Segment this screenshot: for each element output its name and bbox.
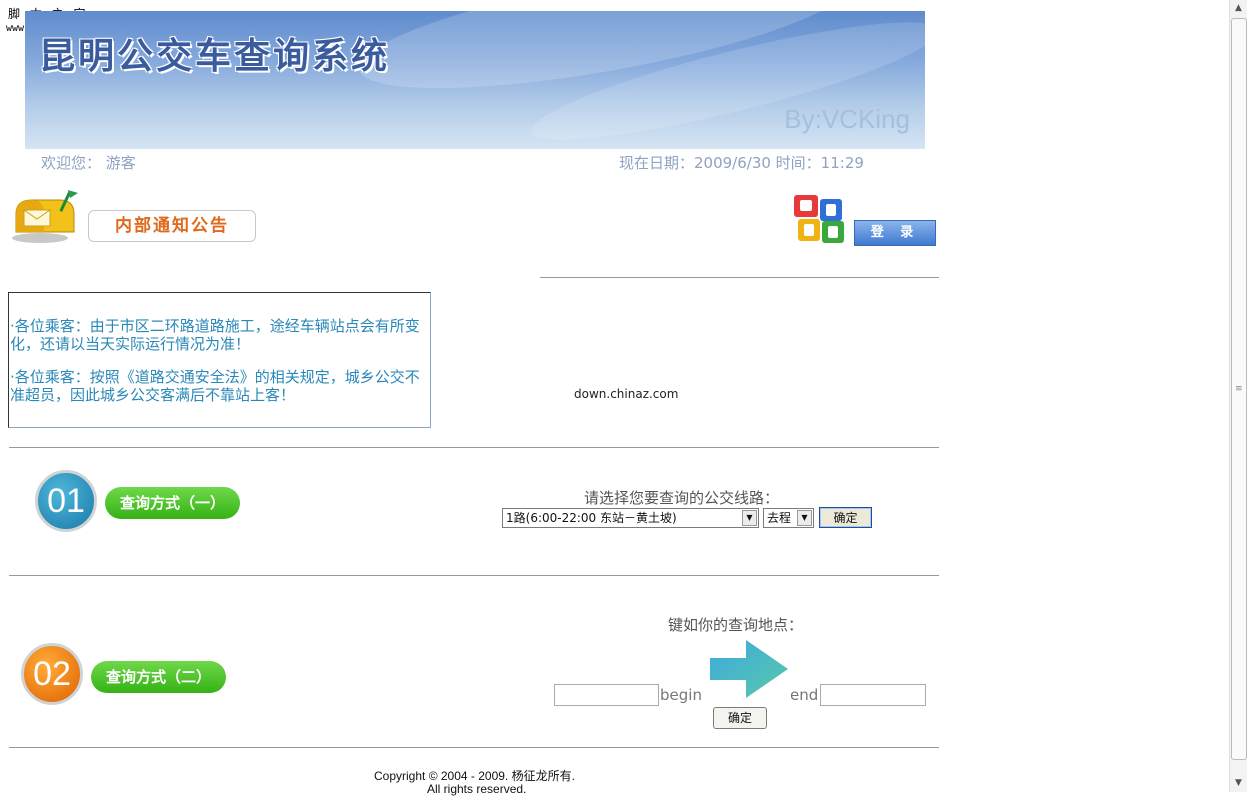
chevron-down-icon[interactable]: ▼ xyxy=(797,510,812,526)
notice-board: ·各位乘客：由于市区二环路道路施工，途经车辆站点会有所变化，还请以当天实际运行情… xyxy=(8,292,431,428)
grip-icon: ≡ xyxy=(1235,384,1243,394)
current-datetime: 现在日期：2009/6/30 时间：11:29 xyxy=(619,154,864,172)
begin-input[interactable] xyxy=(554,684,659,706)
rights-text: All rights reserved. xyxy=(427,782,527,796)
direction-select[interactable]: 去程 ▼ xyxy=(763,508,814,528)
scroll-down-icon[interactable]: ▼ xyxy=(1230,775,1247,792)
office-icon xyxy=(792,193,848,245)
scrollbar-thumb[interactable]: ≡ xyxy=(1231,18,1247,760)
method1-label: 查询方式（一） xyxy=(105,487,240,519)
route-prompt: 请选择您要查询的公交线路： xyxy=(584,489,780,507)
header-banner: 昆明公交车查询系统 By:VCKing xyxy=(25,11,925,149)
divider xyxy=(9,575,939,576)
location-confirm-button[interactable]: 确定 xyxy=(713,707,767,729)
notice-tab[interactable]: 内部通知公告 xyxy=(88,210,256,242)
divider xyxy=(540,277,939,278)
method2-number-badge: 02 xyxy=(21,643,83,705)
route-select[interactable]: 1路(6:00-22:00 东站－黄土坡) ▼ xyxy=(502,508,759,528)
route-selected-value: 1路(6:00-22:00 东站－黄土坡) xyxy=(506,511,677,525)
end-input[interactable] xyxy=(820,684,926,706)
method1-number-badge: 01 xyxy=(35,470,97,532)
divider xyxy=(9,747,939,748)
banner-author: By:VCKing xyxy=(784,104,910,134)
banner-title: 昆明公交车查询系统 xyxy=(39,35,391,77)
notice-item: ·各位乘客：由于市区二环路道路施工，途经车辆站点会有所变化，还请以当天实际运行情… xyxy=(10,317,420,353)
method2-label: 查询方式（二） xyxy=(91,661,226,693)
route-confirm-button[interactable]: 确定 xyxy=(819,507,872,528)
site-text: down.chinaz.com xyxy=(574,387,679,401)
location-prompt: 键如你的查询地点： xyxy=(668,616,804,634)
end-label: end xyxy=(790,686,819,704)
vertical-scrollbar[interactable]: ▲ ≡ ▼ xyxy=(1229,0,1247,792)
divider xyxy=(9,447,939,448)
mailbox-icon xyxy=(10,188,82,244)
scroll-up-icon[interactable]: ▲ xyxy=(1230,0,1247,17)
chevron-down-icon[interactable]: ▼ xyxy=(742,510,757,526)
arrow-right-icon xyxy=(708,640,790,698)
welcome-text: 欢迎您： 游客 xyxy=(41,154,136,172)
notice-item: ·各位乘客：按照《道路交通安全法》的相关规定，城乡公交不准超员，因此城乡公交客满… xyxy=(10,368,420,404)
begin-label: begin xyxy=(660,686,702,704)
login-button[interactable]: 登 录 xyxy=(854,220,936,246)
direction-selected-value: 去程 xyxy=(767,511,792,525)
